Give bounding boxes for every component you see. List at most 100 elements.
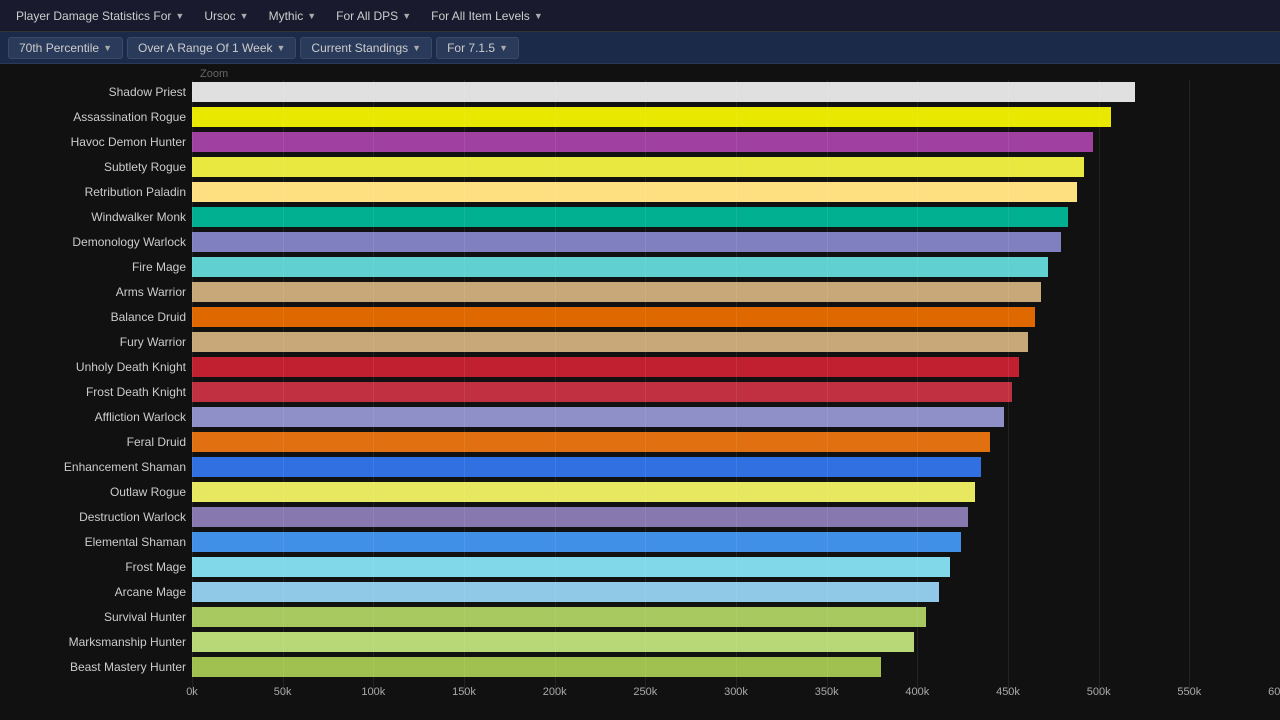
standings-btn[interactable]: Current Standings ▼: [300, 37, 432, 59]
bar: [192, 657, 881, 677]
bar-container: [192, 607, 1280, 627]
bar: [192, 632, 914, 652]
bar-container: [192, 182, 1280, 202]
bar-label: Survival Hunter: [0, 610, 192, 624]
bar-label: Arms Warrior: [0, 285, 192, 299]
bar-container: [192, 332, 1280, 352]
x-axis-label: 500k: [1087, 686, 1111, 698]
bar-container: [192, 632, 1280, 652]
chart-row: Affliction Warlock: [0, 405, 1280, 429]
bar-container: [192, 207, 1280, 227]
bar-container: [192, 432, 1280, 452]
bar-label: Enhancement Shaman: [0, 460, 192, 474]
bar: [192, 132, 1093, 152]
nav-boss[interactable]: Ursoc ▼: [196, 5, 256, 27]
x-axis: 0k50k100k150k200k250k300k350k400k450k500…: [0, 680, 1280, 704]
bar: [192, 607, 926, 627]
bar: [192, 582, 939, 602]
bar-label: Havoc Demon Hunter: [0, 135, 192, 149]
chart-row: Marksmanship Hunter: [0, 630, 1280, 654]
bar-container: [192, 282, 1280, 302]
bar-container: [192, 132, 1280, 152]
chart-row: Fire Mage: [0, 255, 1280, 279]
chart-row: Shadow Priest: [0, 80, 1280, 104]
x-axis-label: 350k: [815, 686, 839, 698]
chart-row: Windwalker Monk: [0, 205, 1280, 229]
bar-label: Assassination Rogue: [0, 110, 192, 124]
x-axis-label: 50k: [274, 686, 292, 698]
bar-container: [192, 582, 1280, 602]
bar: [192, 207, 1068, 227]
chart-row: Arcane Mage: [0, 580, 1280, 604]
bar-label: Elemental Shaman: [0, 535, 192, 549]
patch-btn[interactable]: For 7.1.5 ▼: [436, 37, 519, 59]
bar: [192, 307, 1035, 327]
bar-container: [192, 532, 1280, 552]
x-axis-label: 0k: [186, 686, 198, 698]
bar-container: [192, 457, 1280, 477]
chart-row: Beast Mastery Hunter: [0, 655, 1280, 679]
bar-label: Windwalker Monk: [0, 210, 192, 224]
bar-label: Affliction Warlock: [0, 410, 192, 424]
second-nav: 70th Percentile ▼ Over A Range Of 1 Week…: [0, 32, 1280, 64]
nav-stat-type[interactable]: Player Damage Statistics For ▼: [8, 5, 192, 27]
bar: [192, 407, 1004, 427]
bar: [192, 107, 1111, 127]
bar: [192, 457, 981, 477]
bar-label: Balance Druid: [0, 310, 192, 324]
bar-container: [192, 307, 1280, 327]
chart-row: Outlaw Rogue: [0, 480, 1280, 504]
boss-arrow: ▼: [240, 11, 249, 21]
chart-row: Frost Death Knight: [0, 380, 1280, 404]
bar-label: Frost Mage: [0, 560, 192, 574]
bar: [192, 82, 1135, 102]
chart-row: Arms Warrior: [0, 280, 1280, 304]
bar-label: Destruction Warlock: [0, 510, 192, 524]
x-axis-label: 150k: [452, 686, 476, 698]
difficulty-arrow: ▼: [307, 11, 316, 21]
bar-label: Fury Warrior: [0, 335, 192, 349]
x-axis-label: 200k: [543, 686, 567, 698]
bar-label: Outlaw Rogue: [0, 485, 192, 499]
x-axis-label: 450k: [996, 686, 1020, 698]
chart-row: Survival Hunter: [0, 605, 1280, 629]
bar: [192, 157, 1084, 177]
nav-role[interactable]: For All DPS ▼: [328, 5, 419, 27]
chart-row: Subtlety Rogue: [0, 155, 1280, 179]
bar-label: Retribution Paladin: [0, 185, 192, 199]
nav-ilvl[interactable]: For All Item Levels ▼: [423, 5, 551, 27]
bar-container: [192, 82, 1280, 102]
chart-row: Fury Warrior: [0, 330, 1280, 354]
timerange-btn[interactable]: Over A Range Of 1 Week ▼: [127, 37, 296, 59]
bar: [192, 432, 990, 452]
bar: [192, 232, 1061, 252]
chart-row: Elemental Shaman: [0, 530, 1280, 554]
chart-row: Assassination Rogue: [0, 105, 1280, 129]
bar-label: Feral Druid: [0, 435, 192, 449]
bar-container: [192, 657, 1280, 677]
bar-container: [192, 232, 1280, 252]
percentile-btn[interactable]: 70th Percentile ▼: [8, 37, 123, 59]
bar-label: Subtlety Rogue: [0, 160, 192, 174]
bar-container: [192, 507, 1280, 527]
bar: [192, 282, 1041, 302]
bar-container: [192, 257, 1280, 277]
chart-row: Retribution Paladin: [0, 180, 1280, 204]
bar: [192, 557, 950, 577]
bar-container: [192, 157, 1280, 177]
bar-label: Arcane Mage: [0, 585, 192, 599]
bar: [192, 382, 1012, 402]
chart-row: Enhancement Shaman: [0, 455, 1280, 479]
bar: [192, 332, 1028, 352]
bar-label: Demonology Warlock: [0, 235, 192, 249]
x-axis-label: 100k: [361, 686, 385, 698]
bar: [192, 182, 1077, 202]
chart-row: Balance Druid: [0, 305, 1280, 329]
patch-arrow: ▼: [499, 43, 508, 53]
chart-row: Feral Druid: [0, 430, 1280, 454]
nav-difficulty[interactable]: Mythic ▼: [261, 5, 325, 27]
bar: [192, 482, 975, 502]
bar-label: Fire Mage: [0, 260, 192, 274]
x-axis-label: 600k: [1268, 686, 1280, 698]
bar: [192, 257, 1048, 277]
